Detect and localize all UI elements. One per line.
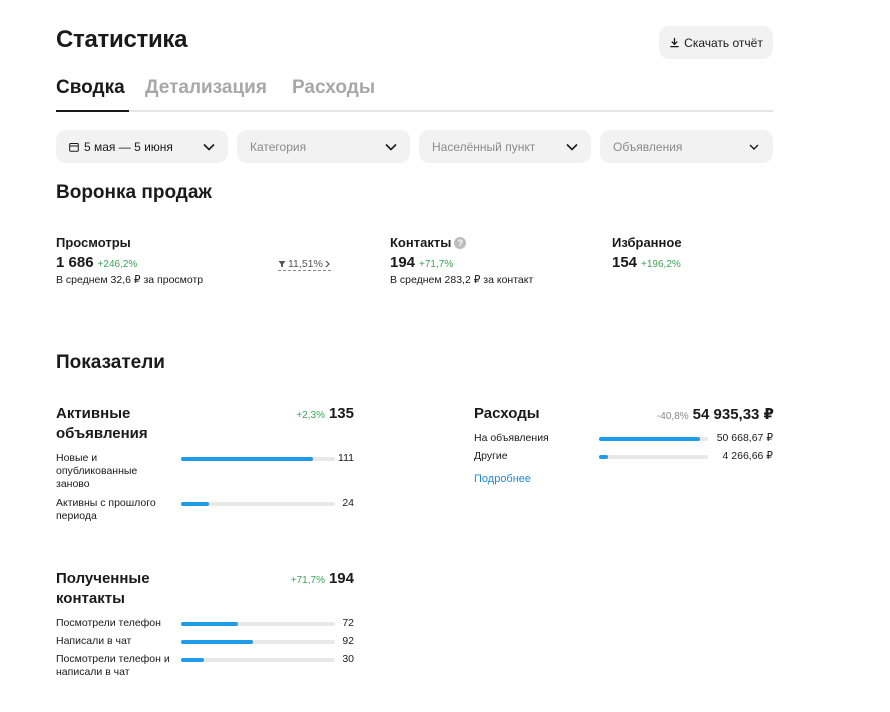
download-report-label: Скачать отчёт xyxy=(684,35,763,50)
bar-label: Написали в чат xyxy=(56,635,132,647)
expenses-summary: -40,8% 54 935,33 ₽ xyxy=(657,405,774,423)
favorites-delta: +196,2% xyxy=(641,259,681,270)
views-label: Просмотры xyxy=(56,235,131,250)
bar-label: Другие xyxy=(474,450,508,462)
page-title: Статистика xyxy=(56,26,188,53)
category-select[interactable]: Категория xyxy=(237,130,410,163)
calendar-icon xyxy=(69,142,79,152)
tab-details[interactable]: Детализация xyxy=(145,77,267,99)
tab-expenses[interactable]: Расходы xyxy=(292,77,375,99)
category-placeholder: Категория xyxy=(250,139,307,154)
progress-bar xyxy=(181,622,335,626)
more-details-link[interactable]: Подробнее xyxy=(474,473,531,485)
bar-value: 72 xyxy=(342,617,354,629)
chevron-right-icon xyxy=(325,260,330,268)
expenses-total: 54 935,33 ₽ xyxy=(692,406,774,423)
bar-value: 50 668,67 ₽ xyxy=(716,432,773,444)
progress-fill xyxy=(181,658,205,662)
ads-select[interactable]: Объявления xyxy=(600,130,773,163)
contacts-value: 194 xyxy=(390,254,416,271)
conversion-value: 11,51% xyxy=(288,258,323,270)
period-value: 5 мая — 5 июня xyxy=(84,139,173,154)
contacts-note: В среднем 283,2 ₽ за контакт xyxy=(390,274,534,286)
progress-bar xyxy=(599,455,708,459)
bar-value: 30 xyxy=(342,653,354,665)
received-contacts-title: Полученные контакты xyxy=(56,570,150,607)
views-delta: +246,2% xyxy=(97,259,138,270)
progress-bar xyxy=(181,457,335,461)
progress-bar xyxy=(181,502,335,506)
funnel-icon xyxy=(278,261,286,268)
progress-bar xyxy=(599,437,708,441)
ads-placeholder: Объявления xyxy=(613,139,683,154)
progress-fill xyxy=(181,502,209,506)
help-icon[interactable]: ? xyxy=(454,237,467,249)
progress-bar xyxy=(181,640,335,644)
city-placeholder: Населённый пункт xyxy=(432,139,536,154)
funnel-title: Воронка продаж xyxy=(56,182,212,203)
active-ads-summary: +2,3% 135 xyxy=(296,405,354,422)
progress-fill xyxy=(181,640,254,644)
active-ads-delta: +2,3% xyxy=(296,410,325,421)
bar-value: 4 266,66 ₽ xyxy=(722,450,773,462)
indicators-title: Показатели xyxy=(56,352,165,373)
bar-label: Посмотрели телефон и написали в чат xyxy=(56,653,170,678)
download-report-button[interactable]: Скачать отчёт xyxy=(659,26,773,59)
views-metric: Просмотры 1 686 +246,2% В среднем 32,6 ₽… xyxy=(56,235,203,286)
chevron-down-icon xyxy=(385,143,397,151)
received-contacts-summary: +71,7% 194 xyxy=(291,570,354,587)
bar-label: Новые и опубликованные заново xyxy=(56,452,138,490)
bar-label: На объявления xyxy=(474,432,549,444)
views-note: В среднем 32,6 ₽ за просмотр xyxy=(56,274,204,286)
progress-bar xyxy=(181,658,335,662)
contacts-delta: +71,7% xyxy=(419,259,454,270)
chevron-down-icon xyxy=(566,143,578,151)
expenses-delta: -40,8% xyxy=(656,411,689,422)
bar-label: Активны с прошлого периода xyxy=(56,497,156,522)
bar-label: Посмотрели телефон xyxy=(56,617,161,629)
favorites-label: Избранное xyxy=(612,235,682,250)
bar-value: 111 xyxy=(338,452,354,464)
contacts-label: Контакты xyxy=(390,235,452,250)
tab-summary[interactable]: Сводка xyxy=(56,77,125,99)
conversion-link[interactable]: 11,51% xyxy=(278,258,331,271)
period-select[interactable]: 5 мая — 5 июня xyxy=(56,130,228,163)
progress-fill xyxy=(599,455,608,459)
bar-value: 24 xyxy=(342,497,354,509)
progress-fill xyxy=(181,457,314,461)
contacts-metric: Контакты? 194 +71,7% В среднем 283,2 ₽ з… xyxy=(390,235,533,286)
active-ads-title: Активные объявления xyxy=(56,405,148,442)
active-ads-total: 135 xyxy=(328,405,354,422)
city-select[interactable]: Населённый пункт xyxy=(419,130,591,163)
received-contacts-total: 194 xyxy=(328,570,354,587)
expenses-title: Расходы xyxy=(474,405,540,422)
active-tab-indicator xyxy=(56,110,129,112)
download-icon xyxy=(670,37,679,48)
received-contacts-delta: +71,7% xyxy=(290,575,325,586)
bar-value: 92 xyxy=(342,635,354,647)
tab-bar: Сводка Детализация Расходы xyxy=(56,77,773,112)
favorites-value: 154 xyxy=(612,254,638,271)
progress-fill xyxy=(599,437,701,441)
chevron-down-icon xyxy=(749,144,759,150)
chevron-down-icon xyxy=(203,143,215,151)
favorites-metric: Избранное 154 +196,2% xyxy=(612,235,682,271)
views-value: 1 686 xyxy=(56,254,94,271)
progress-fill xyxy=(181,622,238,626)
